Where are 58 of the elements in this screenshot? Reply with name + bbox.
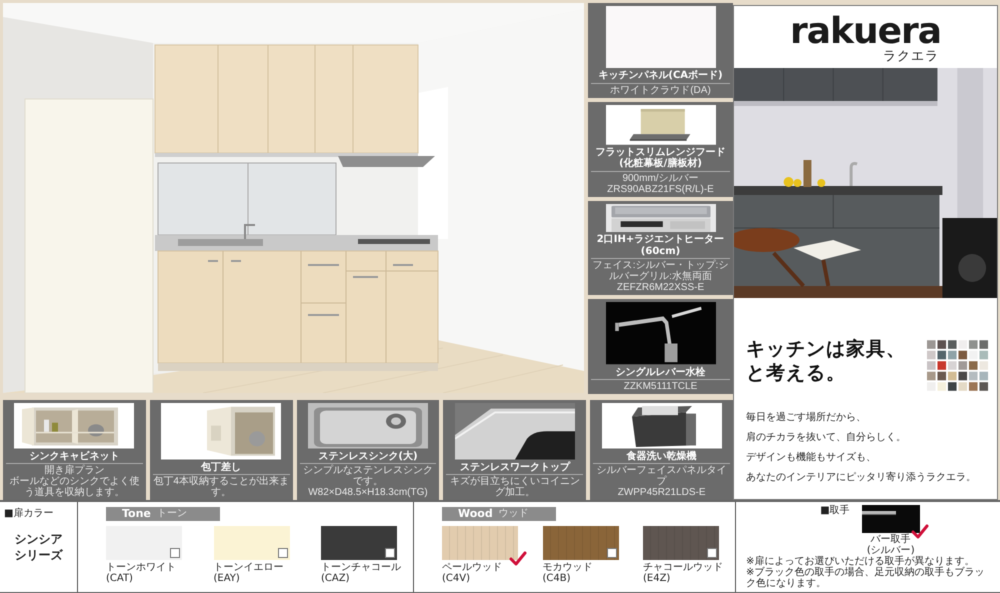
feature-caption: 900mm/シルバー <box>621 172 700 184</box>
feature-title: シングルレバー水栓 <box>614 366 706 378</box>
color-name: ペールウッド <box>442 562 503 573</box>
feature-title: フラットスリムレンジフード(化粧幕板/膳板材) <box>594 146 726 170</box>
feature-caption: ZZKM5111TCLE <box>622 381 698 392</box>
brand-logo: rakuera <box>790 14 942 50</box>
color-code: (EAY) <box>214 573 241 584</box>
color-code: (C4B) <box>542 573 572 584</box>
feature-title: 食器洗い乾燥機 <box>626 450 698 462</box>
headline: キッチンは家具、 と考える。 <box>746 338 906 386</box>
checkbox[interactable] <box>707 548 717 558</box>
checkbox[interactable] <box>509 551 527 566</box>
feature-caption: ホワイトクラウド(DA) <box>609 84 712 96</box>
feature-caption: ZRS90ABZ21FS(R/L)-E <box>606 184 715 194</box>
color-name: トーンイエロー <box>214 562 284 573</box>
feature-title: 2口IH+ラジエントヒーター(60cm) <box>596 234 726 258</box>
feature-caption: シンプルなステンレスシンクです。 <box>302 465 434 487</box>
note: ※ブラック色の取手の場合、足元収納の取手もブラック色になります。 <box>746 567 986 589</box>
feature-caption: W82×D48.5×H18.3cm(TG) <box>307 487 429 498</box>
checkbox[interactable] <box>170 548 180 558</box>
note: ※扉によってお選びいただける取手が異なります。 <box>746 556 976 567</box>
section-heading: ■取手 <box>820 505 850 518</box>
checkbox[interactable] <box>385 548 395 558</box>
feature-caption: シルバーフェイスパネルタイプ <box>596 465 728 487</box>
feature-caption: ボールなどのシンクでよく使う道具を収納します。 <box>8 476 140 498</box>
group-name: Wood <box>458 507 493 521</box>
color-name: モカウッド <box>542 562 594 573</box>
feature-caption: 開き扉プラン <box>43 465 106 476</box>
group-name-kana: ウッド <box>498 507 529 521</box>
section-heading: ■扉カラー <box>4 508 54 520</box>
handle-name: バー取手 (シルバー) <box>866 534 915 556</box>
feature-title: ステンレスワークトップ <box>458 462 572 473</box>
color-code: (E4Z) <box>643 573 672 584</box>
color-code: (C4V) <box>442 573 471 584</box>
color-name: トーンホワイト <box>106 562 177 573</box>
color-code: (CAT) <box>106 573 134 584</box>
feature-caption: キズが目立ちにくいコイニング加工。 <box>448 476 581 498</box>
color-name: トーンチャコール <box>321 562 401 573</box>
color-name: チャコールウッド <box>643 562 723 573</box>
color-code: (CAZ) <box>321 573 350 584</box>
feature-title: キッチンパネル(CAボード) <box>597 70 724 82</box>
checkbox[interactable] <box>910 524 929 539</box>
feature-title: 包丁差し <box>200 462 242 473</box>
bar-handle-drawing <box>862 505 920 533</box>
brand-logo-kana: ラクエラ <box>883 50 939 64</box>
checkbox[interactable] <box>278 548 288 558</box>
feature-caption: ZEFZR6M22XSS-E <box>616 282 706 294</box>
body-text: 毎日を過ごす場所だから、 肩のチカラを抜いて、自分らしく。 デザインも機能もサイズも、 あなたのインテリアにピッタリ寄り添うラクエラ。 <box>746 410 977 485</box>
color-samples-drawing <box>927 340 989 392</box>
checkbox[interactable] <box>606 548 616 558</box>
series-name: シンシア シリーズ <box>14 532 64 564</box>
feature-caption: ZWPP45R21LDS-E <box>616 487 706 498</box>
feature-caption: 包丁4本収納することが出来ます。 <box>152 476 290 498</box>
feature-title: ステンレスシンク(大) <box>317 450 419 462</box>
group-name: Tone <box>122 507 151 521</box>
feature-caption: フェイス:シルバー・トップ:シルバーグリル:水無両面 <box>592 260 730 282</box>
feature-title: シンクキャビネット <box>28 450 120 462</box>
group-name-kana: トーン <box>156 507 187 521</box>
